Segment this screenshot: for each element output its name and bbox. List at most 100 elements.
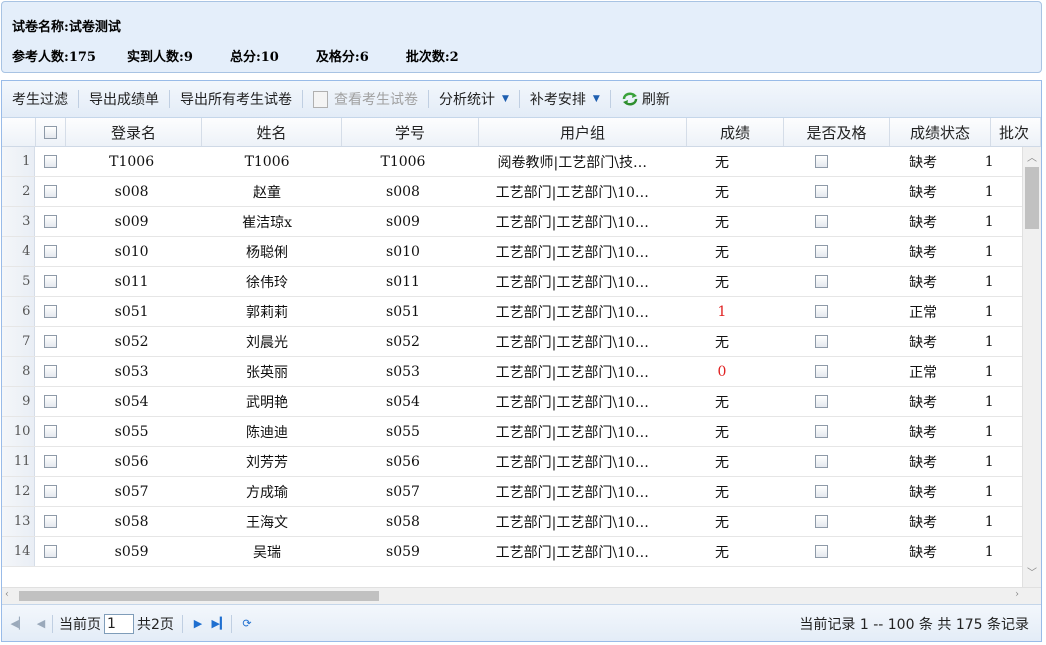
scroll-left-icon[interactable]: ‹ [5, 589, 9, 600]
refresh-page-icon[interactable]: ⟳ [236, 613, 258, 635]
filter-button[interactable]: 考生过滤 [2, 89, 78, 109]
cell-batch: 1 [984, 153, 994, 170]
col-header-group[interactable]: 用户组 [479, 118, 687, 146]
passed-checkbox[interactable] [815, 335, 829, 348]
select-row-checkbox[interactable] [43, 425, 57, 438]
col-header-passed[interactable]: 是否及格 [784, 118, 890, 146]
table-row[interactable]: 5 s011 徐伟玲 s011 工艺部门|工艺部门\10… 无 缺考 1 [2, 267, 1022, 297]
scroll-down-icon[interactable]: ﹀ [1027, 564, 1037, 579]
select-row-checkbox[interactable] [43, 155, 57, 168]
exam-stats-line: 参考人数:175 实到人数:9 总分:10 及格分:6 批次数:2 [12, 46, 459, 65]
horizontal-scroll-thumb[interactable] [19, 591, 379, 601]
cell-id: s051 [386, 303, 420, 320]
cell-status: 缺考 [909, 244, 938, 261]
cell-score: 无 [714, 214, 729, 231]
analysis-menu-button[interactable]: 分析统计 ▼ [429, 89, 519, 109]
row-checkbox [35, 507, 64, 536]
table-row[interactable]: 7 s052 刘晨光 s052 工艺部门|工艺部门\10… 无 缺考 1 [2, 327, 1022, 357]
passed-checkbox[interactable] [815, 425, 829, 438]
passed-checkbox[interactable] [815, 455, 829, 468]
table-row[interactable]: 4 s010 杨聪俐 s010 工艺部门|工艺部门\10… 无 缺考 1 [2, 237, 1022, 267]
select-row-checkbox[interactable] [43, 515, 57, 528]
cell-login: s057 [114, 483, 149, 500]
cell-batch: 1 [984, 243, 994, 260]
next-page-icon[interactable]: ▶ [187, 613, 209, 635]
select-row-checkbox[interactable] [43, 215, 57, 228]
table-row[interactable]: 10 s055 陈迪迪 s055 工艺部门|工艺部门\10… 无 缺考 1 [2, 417, 1022, 447]
select-row-checkbox[interactable] [43, 185, 57, 198]
page-number-input[interactable]: 1 [104, 613, 134, 634]
cell-name: 刘芳芳 [246, 454, 289, 471]
prev-page-icon[interactable]: ◀ [30, 613, 52, 635]
refresh-button[interactable]: 刷新 [611, 89, 680, 109]
table-row[interactable]: 14 s059 吴瑞 s059 工艺部门|工艺部门\10… 无 缺考 1 [2, 537, 1022, 567]
select-all-checkbox[interactable] [44, 125, 57, 139]
table-row[interactable]: 3 s009 崔洁琼x s009 工艺部门|工艺部门\10… 无 缺考 1 [2, 207, 1022, 237]
table-row[interactable]: 11 s056 刘芳芳 s056 工艺部门|工艺部门\10… 无 缺考 1 [2, 447, 1022, 477]
last-page-icon[interactable]: ▶▎ [209, 613, 231, 635]
passed-checkbox[interactable] [815, 365, 829, 378]
cell-score: 无 [714, 154, 729, 171]
select-row-checkbox[interactable] [43, 545, 57, 558]
passed-checkbox[interactable] [815, 395, 829, 408]
cell-group: 工艺部门|工艺部门\10… [495, 334, 649, 351]
cell-score: 无 [714, 244, 729, 261]
passed-checkbox[interactable] [815, 245, 829, 258]
passed-checkbox[interactable] [815, 545, 829, 558]
vertical-scroll-thumb[interactable] [1025, 167, 1039, 229]
select-row-checkbox[interactable] [43, 395, 57, 408]
cell-score: 无 [714, 184, 729, 201]
col-header-score[interactable]: 成绩 [687, 118, 784, 146]
score-grid: 考生过滤 导出成绩单 导出所有考生试卷 查看考生试卷 分析统计 ▼ 补考安排 ▼ [1, 80, 1042, 642]
cell-group: 工艺部门|工艺部门\10… [495, 304, 649, 321]
table-row[interactable]: 6 s051 郭莉莉 s051 工艺部门|工艺部门\10… 1 正常 1 [2, 297, 1022, 327]
select-row-checkbox[interactable] [43, 365, 57, 378]
select-row-checkbox[interactable] [43, 485, 57, 498]
passed-checkbox[interactable] [815, 305, 829, 318]
total-score-label: 总分: [229, 50, 261, 65]
col-header-name[interactable]: 姓名 [202, 118, 342, 146]
select-row-checkbox[interactable] [43, 305, 57, 318]
scroll-up-icon[interactable]: ︿ [1027, 149, 1037, 164]
view-paper-button[interactable]: 查看考生试卷 [303, 89, 428, 109]
table-row[interactable]: 1 T1006 T1006 T1006 阅卷教师|工艺部门\技… 无 缺考 1 [2, 147, 1022, 177]
select-row-checkbox[interactable] [43, 455, 57, 468]
select-row-checkbox[interactable] [43, 275, 57, 288]
cell-batch: 1 [984, 423, 994, 440]
passed-checkbox[interactable] [815, 155, 829, 168]
makeup-label: 补考安排 [529, 92, 586, 108]
table-row[interactable]: 8 s053 张英丽 s053 工艺部门|工艺部门\10… 0 正常 1 [2, 357, 1022, 387]
export-all-papers-button[interactable]: 导出所有考生试卷 [170, 89, 302, 109]
analysis-label: 分析统计 [439, 92, 495, 108]
cell-group: 工艺部门|工艺部门\10… [495, 394, 649, 411]
table-row[interactable]: 9 s054 武明艳 s054 工艺部门|工艺部门\10… 无 缺考 1 [2, 387, 1022, 417]
passed-checkbox[interactable] [815, 215, 829, 228]
refresh-label: 刷新 [641, 92, 670, 108]
vertical-scrollbar[interactable]: ︿ ﹀ [1022, 147, 1041, 597]
table-row[interactable]: 12 s057 方成瑜 s057 工艺部门|工艺部门\10… 无 缺考 1 [2, 477, 1022, 507]
cell-id: s052 [386, 333, 420, 350]
table-row[interactable]: 2 s008 赵童 s008 工艺部门|工艺部门\10… 无 缺考 1 [2, 177, 1022, 207]
cell-group: 工艺部门|工艺部门\10… [495, 274, 649, 291]
col-header-login[interactable]: 登录名 [66, 118, 202, 146]
select-row-checkbox[interactable] [43, 245, 57, 258]
passed-checkbox[interactable] [815, 485, 829, 498]
makeup-menu-button[interactable]: 补考安排 ▼ [520, 89, 610, 109]
row-checkbox [35, 477, 64, 506]
passed-checkbox[interactable] [815, 185, 829, 198]
row-checkbox [35, 297, 64, 326]
export-scores-button[interactable]: 导出成绩单 [79, 89, 169, 109]
cell-status: 缺考 [909, 274, 938, 291]
record-info: 当前记录 1 -- 100 条 共 175 条记录 [799, 616, 1029, 633]
col-header-id[interactable]: 学号 [342, 118, 479, 146]
col-header-status[interactable]: 成绩状态 [890, 118, 991, 146]
first-page-icon[interactable]: ◀▏ [8, 613, 30, 635]
passed-checkbox[interactable] [815, 515, 829, 528]
horizontal-scrollbar[interactable]: ‹ › [2, 587, 1041, 604]
passed-checkbox[interactable] [815, 275, 829, 288]
scroll-right-icon[interactable]: › [1015, 589, 1019, 600]
select-row-checkbox[interactable] [43, 335, 57, 348]
col-header-batch[interactable]: 批次 [991, 118, 1041, 146]
table-row[interactable]: 13 s058 王海文 s058 工艺部门|工艺部门\10… 无 缺考 1 [2, 507, 1022, 537]
cell-passed [770, 147, 874, 176]
